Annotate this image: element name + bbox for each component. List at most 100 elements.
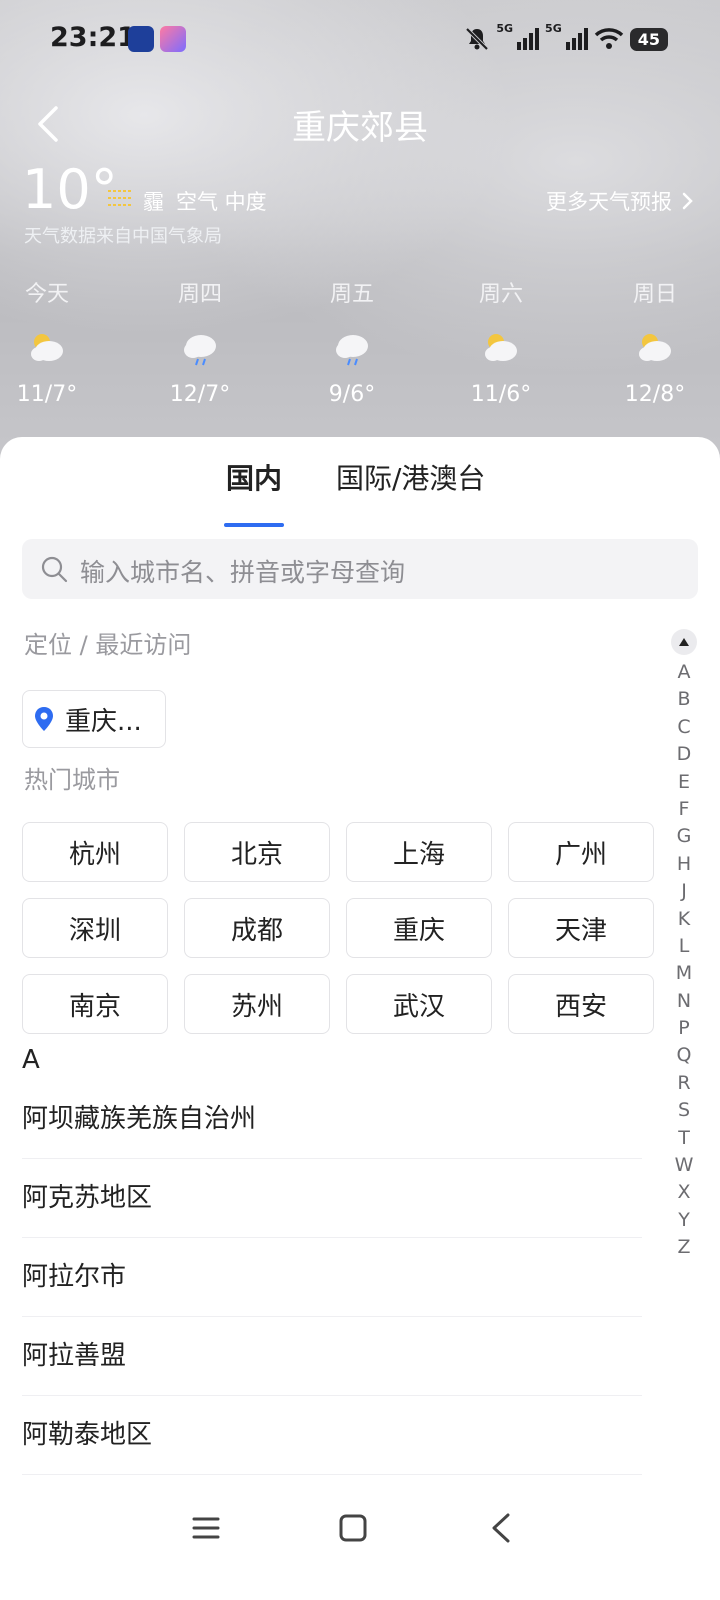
index-letter[interactable]: S — [678, 1097, 690, 1124]
recent-section-title: 定位 / 最近访问 — [24, 631, 192, 659]
search-icon — [41, 556, 68, 583]
list-item[interactable]: 阿克苏地区 — [22, 1159, 642, 1238]
hot-city-chip[interactable]: 苏州 — [184, 974, 330, 1034]
forecast-day: 周四 12/7° — [140, 276, 260, 407]
index-letter[interactable]: Z — [677, 1234, 690, 1261]
hot-city-chip[interactable]: 深圳 — [22, 898, 168, 958]
index-letter[interactable]: A — [678, 659, 691, 686]
city-picker-sheet: 国内 国际/港澳台 输入城市名、拼音或字母查询 定位 / 最近访问 重庆... … — [0, 437, 720, 1600]
partly-cloudy-icon — [441, 328, 561, 370]
index-letter[interactable]: L — [679, 933, 690, 960]
more-forecast-link[interactable]: 更多天气预报 — [546, 186, 694, 216]
hot-city-chip[interactable]: 杭州 — [22, 822, 168, 882]
system-nav-bar — [0, 1490, 720, 1570]
index-letter[interactable]: P — [678, 1015, 689, 1042]
air-quality: 空气 中度 — [176, 190, 267, 214]
partly-cloudy-icon — [595, 328, 715, 370]
hot-section-title: 热门城市 — [24, 766, 120, 794]
list-letter-header: A — [22, 1045, 40, 1075]
forecast-day-label: 周四 — [177, 282, 222, 307]
index-letter[interactable]: Q — [677, 1042, 692, 1069]
index-letter[interactable]: G — [677, 823, 692, 850]
index-letter[interactable]: N — [677, 988, 691, 1015]
chevron-right-icon — [682, 192, 693, 210]
hot-city-grid: 杭州 北京 上海 广州深圳 成都 重庆 天津南京 苏州 武汉 西安 — [22, 822, 654, 1034]
search-placeholder: 输入城市名、拼音或字母查询 — [80, 558, 406, 587]
tab-domestic[interactable]: 国内 — [226, 457, 282, 497]
index-letter[interactable]: B — [677, 686, 690, 713]
hot-city-chip[interactable]: 武汉 — [346, 974, 492, 1034]
index-letter[interactable]: M — [676, 960, 692, 987]
index-letter[interactable]: W — [675, 1152, 694, 1179]
mute-bell-icon — [465, 27, 489, 51]
partly-cloudy-icon — [0, 328, 107, 370]
signal-2-icon — [565, 28, 588, 50]
location-pin-icon — [35, 707, 53, 731]
list-item[interactable]: 阿坝藏族羌族自治州 — [22, 1080, 642, 1159]
home-icon[interactable] — [333, 1508, 373, 1548]
index-letter[interactable]: C — [677, 714, 690, 741]
cloud-rain-icon — [140, 328, 260, 370]
hot-city-chip[interactable]: 广州 — [508, 822, 654, 882]
index-top-icon[interactable] — [671, 629, 697, 655]
hot-city-chip[interactable]: 天津 — [508, 898, 654, 958]
forecast-temp: 11/7° — [16, 382, 78, 407]
hot-city-chip[interactable]: 重庆 — [346, 898, 492, 958]
network-type-2: 5G — [545, 22, 562, 35]
index-letter[interactable]: Y — [678, 1207, 690, 1234]
index-letter[interactable]: H — [677, 851, 691, 878]
index-letter[interactable]: D — [677, 741, 692, 768]
search-input[interactable]: 输入城市名、拼音或字母查询 — [22, 539, 698, 599]
forecast-day-label: 周五 — [329, 282, 374, 307]
data-source: 天气数据来自中国气象局 — [24, 226, 222, 247]
weather-condition: 霾 — [143, 190, 164, 214]
network-type-1: 5G — [496, 22, 514, 35]
page-title: 重庆郊县 — [292, 108, 428, 148]
forecast-day-label: 今天 — [24, 282, 69, 307]
upload-notification-icon — [160, 26, 186, 52]
back-nav-icon[interactable] — [482, 1508, 522, 1548]
status-time: 23:21 — [50, 22, 136, 53]
index-letter[interactable]: R — [677, 1070, 690, 1097]
app-notification-icon — [128, 26, 154, 52]
index-letter[interactable]: J — [681, 878, 687, 905]
location-chip-label: 重庆... — [65, 706, 142, 737]
more-forecast-label: 更多天气预报 — [546, 190, 672, 214]
forecast-temp: 11/6° — [470, 382, 532, 407]
tab-international[interactable]: 国际/港澳台 — [336, 457, 485, 497]
hot-city-chip[interactable]: 南京 — [22, 974, 168, 1034]
current-temperature: 10° — [22, 158, 118, 221]
forecast-temp: 12/7° — [169, 382, 231, 407]
signal-1-icon — [517, 28, 540, 50]
wifi-icon — [594, 28, 623, 49]
forecast-day: 今天 11/7° — [0, 276, 107, 407]
index-letter[interactable]: F — [679, 796, 690, 823]
index-letter[interactable]: T — [678, 1125, 690, 1152]
index-letter[interactable]: X — [677, 1179, 690, 1206]
alphabet-index[interactable]: ABCDEFGHJKLMNPQRSTWXYZ — [670, 629, 698, 1262]
weather-header: 23:21 5G 5G 45 重庆郊县 10° 霾 空气 中度 天气数据来自中国… — [0, 0, 720, 460]
hot-city-chip[interactable]: 上海 — [346, 822, 492, 882]
forecast-day: 周六 11/6° — [441, 276, 561, 407]
status-icons: 5G 5G 45 — [464, 22, 668, 56]
location-chip[interactable]: 重庆... — [22, 690, 166, 748]
forecast-day-label: 周日 — [632, 282, 677, 307]
forecast-temp: 12/8° — [624, 382, 686, 407]
list-item[interactable]: 阿拉尔市 — [22, 1238, 642, 1317]
index-letter[interactable]: E — [678, 769, 690, 796]
forecast-day: 周五 9/6° — [292, 276, 412, 407]
list-item[interactable]: 阿拉善盟 — [22, 1317, 642, 1396]
hot-city-chip[interactable]: 成都 — [184, 898, 330, 958]
haze-icon — [108, 190, 132, 206]
hot-city-chip[interactable]: 北京 — [184, 822, 330, 882]
forecast-day: 周日 12/8° — [595, 276, 715, 407]
active-tab-indicator — [224, 523, 284, 527]
hot-city-chip[interactable]: 西安 — [508, 974, 654, 1034]
menu-icon[interactable] — [186, 1508, 226, 1548]
forecast-day-label: 周六 — [478, 282, 523, 307]
index-letter[interactable]: K — [678, 906, 690, 933]
list-item[interactable]: 阿勒泰地区 — [22, 1396, 642, 1475]
forecast-temp: 9/6° — [328, 382, 376, 407]
cloud-rain-icon — [292, 328, 412, 370]
city-list: 阿坝藏族羌族自治州 阿克苏地区 阿拉尔市 阿拉善盟 阿勒泰地区 — [22, 1080, 642, 1475]
